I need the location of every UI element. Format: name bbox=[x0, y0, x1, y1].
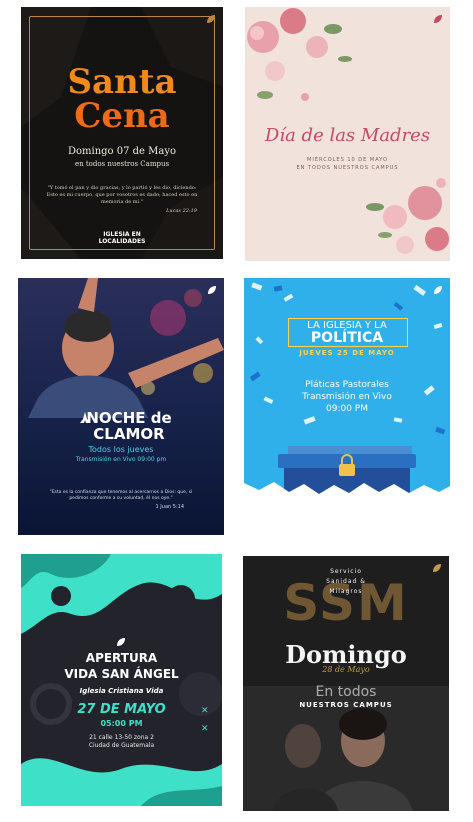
leaf-icon bbox=[117, 638, 125, 646]
event-time: 05:00 PM bbox=[100, 719, 143, 728]
event-time: 09:00 PM bbox=[326, 404, 368, 414]
event-date: Domingo 07 de Mayo bbox=[67, 146, 177, 157]
post-santa-cena[interactable]: Santa Cena Domingo 07 de Mayo en todos n… bbox=[21, 7, 223, 259]
padlock-icon bbox=[339, 454, 355, 476]
heading-politica: POLÍTICA bbox=[310, 330, 384, 346]
title-cena: Cena bbox=[74, 96, 170, 136]
address-line-2: Ciudad de Guatemala bbox=[88, 742, 155, 749]
leaf-icon bbox=[207, 15, 215, 23]
post-apertura-vida-san-angel[interactable]: APERTURA VIDA SAN ÁNGEL Iglesia Cristian… bbox=[21, 554, 222, 806]
post-noche-de-clamor[interactable]: NOCHE de CLAMOR Todos los jueves Transmi… bbox=[18, 278, 224, 535]
event-date: 28 de Mayo bbox=[322, 665, 370, 674]
close-x-icon: ✕ bbox=[201, 724, 209, 734]
location-campus: NUESTROS CAMPUS bbox=[299, 701, 393, 709]
event-date: JUEVES 25 DE MAYO bbox=[299, 349, 395, 357]
bible-verse: "Esta es la confianza que tenemos al ace… bbox=[49, 490, 193, 501]
service-line-2: Sanidad & bbox=[326, 578, 366, 585]
leaf-icon bbox=[434, 15, 442, 23]
title-apertura: APERTURA bbox=[85, 651, 158, 665]
event-location: EN TODOS NUESTROS CAMPUS bbox=[296, 165, 399, 171]
title-clamor: CLAMOR bbox=[93, 425, 165, 443]
location-en-todos: En todos bbox=[315, 684, 377, 700]
close-x-icon: ✕ bbox=[201, 706, 209, 716]
post-dia-de-las-madres[interactable]: Día de las Madres MIÉRCOLES 10 DE MAYO E… bbox=[245, 7, 450, 261]
post-la-iglesia-y-la-politica[interactable]: LA IGLESIA Y LA POLÍTICA JUEVES 25 DE MA… bbox=[244, 278, 450, 523]
event-line-1: Pláticas Pastorales bbox=[305, 380, 389, 390]
service-line-1: Servicio bbox=[330, 568, 362, 575]
post-servicio-sanidad-milagros[interactable]: SSM Servicio Sanidad & Milagros Domingo … bbox=[243, 556, 449, 811]
verse-reference: 1 Juan 5:14 bbox=[155, 504, 184, 510]
event-line-2: Transmisión en Vivo bbox=[302, 392, 392, 402]
address-line-1: 21 calle 13-50 zona 2 bbox=[89, 734, 154, 741]
bible-quote: "Y tomó el pan y dio gracias, y lo parti… bbox=[46, 185, 198, 205]
logo-line-1: IGLESIA EN bbox=[103, 231, 141, 238]
leaf-icon bbox=[434, 286, 442, 294]
event-date: MIÉRCOLES 10 DE MAYO bbox=[307, 157, 388, 163]
title-vida-san-angel: VIDA SAN ÁNGEL bbox=[64, 667, 179, 681]
church-name: Iglesia Cristiana Vida bbox=[79, 687, 164, 695]
schedule-days: Todos los jueves bbox=[88, 445, 154, 454]
logo-line-2: LOCALIDADES bbox=[98, 238, 146, 245]
title-santa: Santa bbox=[67, 62, 177, 102]
title-dia-de-las-madres: Día de las Madres bbox=[264, 125, 431, 146]
church-logo: IGLESIA EN LOCALIDADES bbox=[21, 231, 223, 245]
schedule-stream: Transmisión en Vivo 09:00 pm bbox=[75, 456, 167, 463]
event-date: 27 DE MAYO bbox=[77, 702, 166, 717]
service-line-3: Milagros bbox=[329, 588, 363, 595]
leaf-icon bbox=[208, 286, 216, 294]
event-subtitle: en todos nuestros Campus bbox=[74, 160, 170, 168]
bible-reference: Lucas 22:19 bbox=[166, 208, 197, 214]
